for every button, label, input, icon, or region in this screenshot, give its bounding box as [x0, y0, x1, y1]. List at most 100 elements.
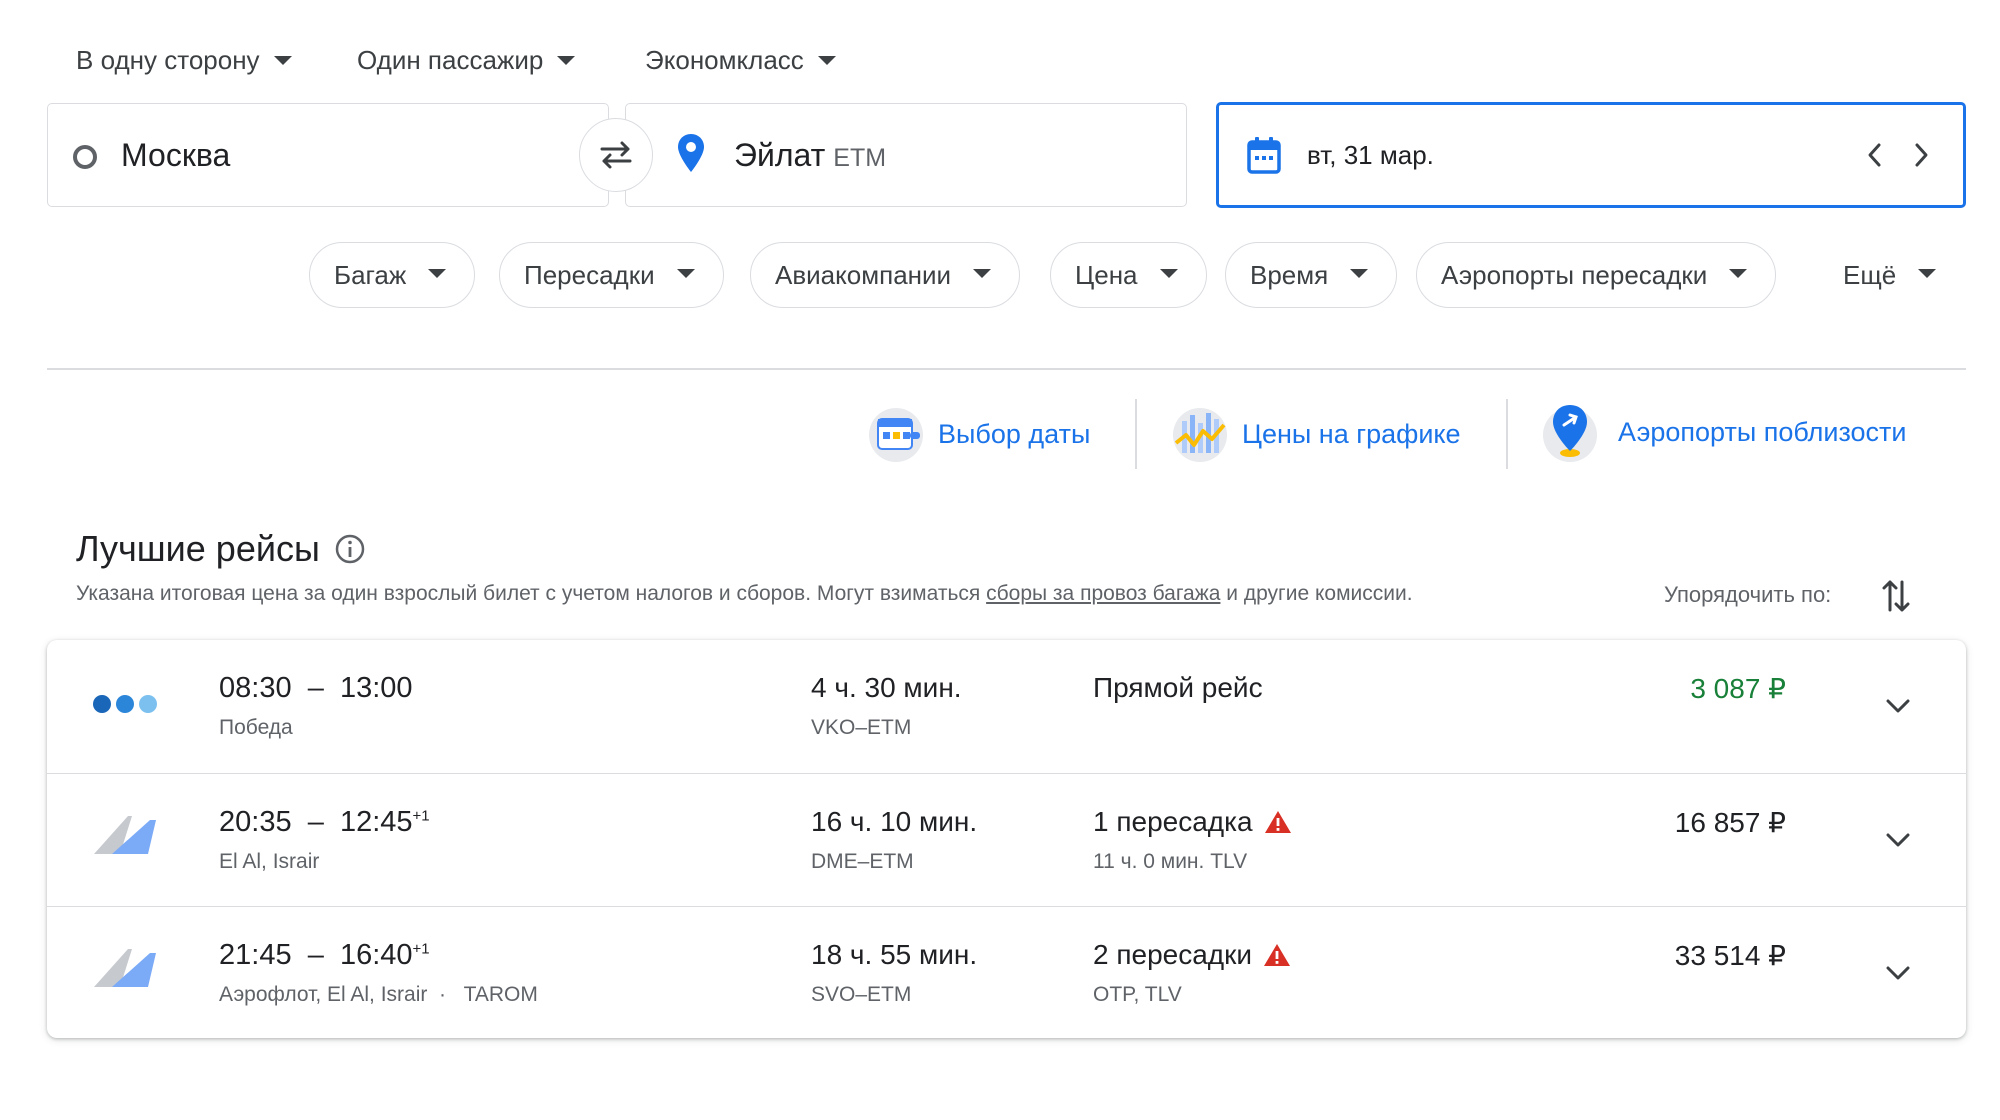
layover-detail: OTP, TLV [1093, 983, 1182, 1006]
stops-info: 2 пересадки [1093, 939, 1292, 971]
airline-name: Победа [219, 716, 293, 739]
depart-time: 08:30 [219, 672, 292, 704]
expand-button[interactable] [1876, 684, 1920, 728]
warning-icon [1264, 944, 1291, 966]
nearby-airports-pin-icon [1543, 405, 1597, 462]
dropdown-arrow-icon [1729, 268, 1748, 278]
flight-row[interactable]: 21:45 – 16:40+1 Аэрофлот, El Al, Israir … [47, 906, 1966, 1038]
sort-button[interactable] [1880, 576, 1912, 621]
next-day-marker: +1 [412, 940, 430, 958]
filter-label: Пересадки [524, 259, 655, 290]
stops-label: Прямой рейс [1093, 672, 1263, 703]
passengers-select[interactable]: Один пассажир [357, 38, 576, 82]
expand-button[interactable] [1876, 818, 1920, 862]
depart-time: 20:35 [219, 806, 292, 838]
cabin-class-label: Экономкласс [645, 45, 804, 75]
filter-label: Авиакомпании [775, 259, 952, 290]
chevron-left-icon [1868, 143, 1881, 167]
filter-connecting-airports[interactable]: Аэропорты пересадки [1416, 242, 1777, 308]
sort-label: Упорядочить по: [1664, 582, 1832, 607]
flight-duration: 18 ч. 55 мин. [811, 939, 978, 970]
baggage-fees-link[interactable]: сборы за провоз багажа [986, 582, 1220, 605]
trip-type-select[interactable]: В одну сторону [76, 38, 292, 82]
price-chart-icon [1173, 408, 1227, 462]
stops-info: Прямой рейс [1093, 672, 1263, 704]
filter-label: Цена [1075, 259, 1138, 290]
flight-times: 08:30 – 13:00 [219, 672, 413, 704]
cabin-class-select[interactable]: Экономкласс [645, 38, 836, 82]
flight-row[interactable]: 20:35 – 12:45+1 El Al, Israir 16 ч. 10 м… [47, 773, 1966, 906]
chevron-down-icon [1886, 699, 1910, 713]
flight-route: SVO–ETM [811, 983, 912, 1006]
dropdown-arrow-icon [428, 268, 447, 278]
expand-button[interactable] [1876, 951, 1920, 995]
origin-field[interactable]: Москва [47, 103, 609, 207]
dropdown-arrow-icon [1159, 268, 1178, 278]
passengers-label: Один пассажир [357, 45, 544, 75]
airline-name: Аэрофлот, El Al, Israir [219, 983, 428, 1006]
dropdown-arrow-icon [676, 268, 695, 278]
date-value: вт, 31 мар. [1307, 140, 1434, 170]
chevron-down-icon [1886, 833, 1910, 847]
calendar-grid-icon [869, 408, 923, 462]
layover-detail: 11 ч. 0 мин. TLV [1093, 850, 1248, 873]
filter-label: Время [1250, 259, 1329, 290]
flight-price: 3 087 ₽ [1690, 673, 1786, 704]
destination-code: ETM [833, 144, 887, 172]
flight-duration: 4 ч. 30 мин. [811, 672, 962, 703]
trip-type-label: В одну сторону [76, 45, 260, 75]
flight-row[interactable]: 08:30 – 13:00 Победа 4 ч. 30 мин. VKO–ET… [47, 640, 1966, 773]
filter-label: Аэропорты пересадки [1441, 259, 1708, 290]
best-flights-title: Лучшие рейсы [76, 528, 320, 569]
depart-time: 21:45 [219, 939, 292, 971]
stops-info: 1 пересадка [1093, 806, 1293, 838]
stops-label: 2 пересадки [1093, 939, 1253, 970]
date-field[interactable]: вт, 31 мар. [1216, 102, 1966, 208]
flight-times: 20:35 – 12:45+1 [219, 806, 430, 838]
flight-route: VKO–ETM [811, 716, 912, 739]
filter-airlines[interactable]: Авиакомпании [750, 242, 1021, 308]
airline-name: El Al, Israir [219, 850, 320, 873]
arrive-time: 16:40 [339, 939, 413, 971]
dropdown-arrow-icon [273, 55, 292, 65]
chevron-down-icon [1886, 966, 1910, 980]
price-graph-label: Цены на графике [1242, 418, 1461, 449]
dropdown-arrow-icon [973, 268, 992, 278]
filter-more[interactable]: Ещё [1818, 242, 1966, 308]
flight-price: 33 514 ₽ [1674, 940, 1786, 971]
flight-route: DME–ETM [811, 850, 914, 873]
destination-field[interactable]: Эйлат ETM [625, 103, 1187, 207]
date-grid-link[interactable]: Выбор даты [866, 405, 1090, 463]
multi-airline-tail-icon [94, 816, 156, 854]
next-day-marker: +1 [412, 807, 430, 825]
location-pin-icon [678, 134, 704, 172]
insight-separator [1506, 399, 1508, 469]
price-graph-link[interactable]: Цены на графике [1170, 405, 1461, 463]
sort-arrows-icon [1882, 580, 1910, 612]
filter-label: Багаж [334, 259, 407, 290]
filter-stops[interactable]: Пересадки [499, 242, 724, 308]
chevron-right-icon [1915, 143, 1928, 167]
dropdown-arrow-icon [817, 55, 836, 65]
flight-times: 21:45 – 16:40+1 [219, 939, 430, 971]
filter-time[interactable]: Время [1225, 242, 1398, 308]
operating-airline: TAROM [463, 983, 538, 1006]
arrive-time: 12:45 [339, 806, 413, 838]
swap-arrows-icon [600, 141, 632, 169]
filter-price[interactable]: Цена [1050, 242, 1207, 308]
price-note: Указана итоговая цена за один взрослый б… [76, 582, 1413, 606]
price-note-text: Указана итоговая цена за один взрослый б… [76, 582, 981, 605]
flight-duration: 16 ч. 10 мин. [811, 806, 978, 837]
multi-airline-tail-icon [94, 949, 156, 987]
info-icon[interactable] [334, 533, 366, 565]
nearby-airports-link[interactable]: Аэропорты поблизости [1540, 401, 1907, 463]
filter-baggage[interactable]: Багаж [309, 242, 476, 308]
dropdown-arrow-icon [1350, 268, 1369, 278]
stops-label: 1 пересадка [1093, 806, 1253, 837]
previous-date-button[interactable] [1853, 133, 1897, 177]
warning-icon [1264, 811, 1291, 833]
price-note-text-end: и другие комиссии. [1226, 582, 1413, 605]
next-date-button[interactable] [1899, 133, 1943, 177]
nearby-airports-label: Аэропорты поблизости [1618, 416, 1907, 447]
swap-button[interactable] [579, 118, 653, 192]
